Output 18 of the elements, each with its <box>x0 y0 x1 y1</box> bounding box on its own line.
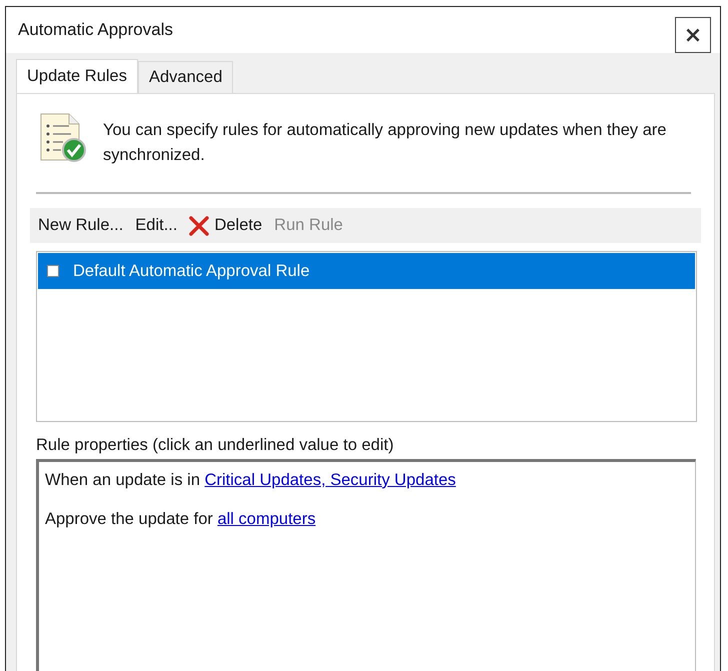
window-title: Automatic Approvals <box>18 20 173 40</box>
toolbar-button[interactable]: Edit... <box>129 216 184 235</box>
checkbox[interactable] <box>47 265 59 277</box>
section-label: Rule properties (click an underlined value to edit) <box>36 436 395 455</box>
property-line: When an update is in Critical Updates, Security Updates <box>45 470 457 491</box>
rule-name: Default Automatic Approval Rule <box>73 262 310 280</box>
description-text: You can specify rules for automatically approving new updates when they are synchronized. <box>103 120 668 166</box>
property-line: Approve the update for all computers <box>45 509 317 530</box>
toolbar-button[interactable]: New Rule... <box>32 216 130 235</box>
tab[interactable]: Advanced <box>138 61 234 93</box>
toolbar-button[interactable]: Delete <box>183 216 268 236</box>
property-link[interactable]: all computers <box>217 510 316 528</box>
delete-icon <box>189 216 210 236</box>
rule-row[interactable]: Default Automatic Approval Rule <box>38 253 695 289</box>
tab[interactable]: Update Rules <box>16 59 138 93</box>
document-check-icon <box>39 112 87 164</box>
property-link[interactable]: Critical Updates, Security Updates <box>204 471 456 489</box>
close-button[interactable]: × <box>675 17 711 53</box>
